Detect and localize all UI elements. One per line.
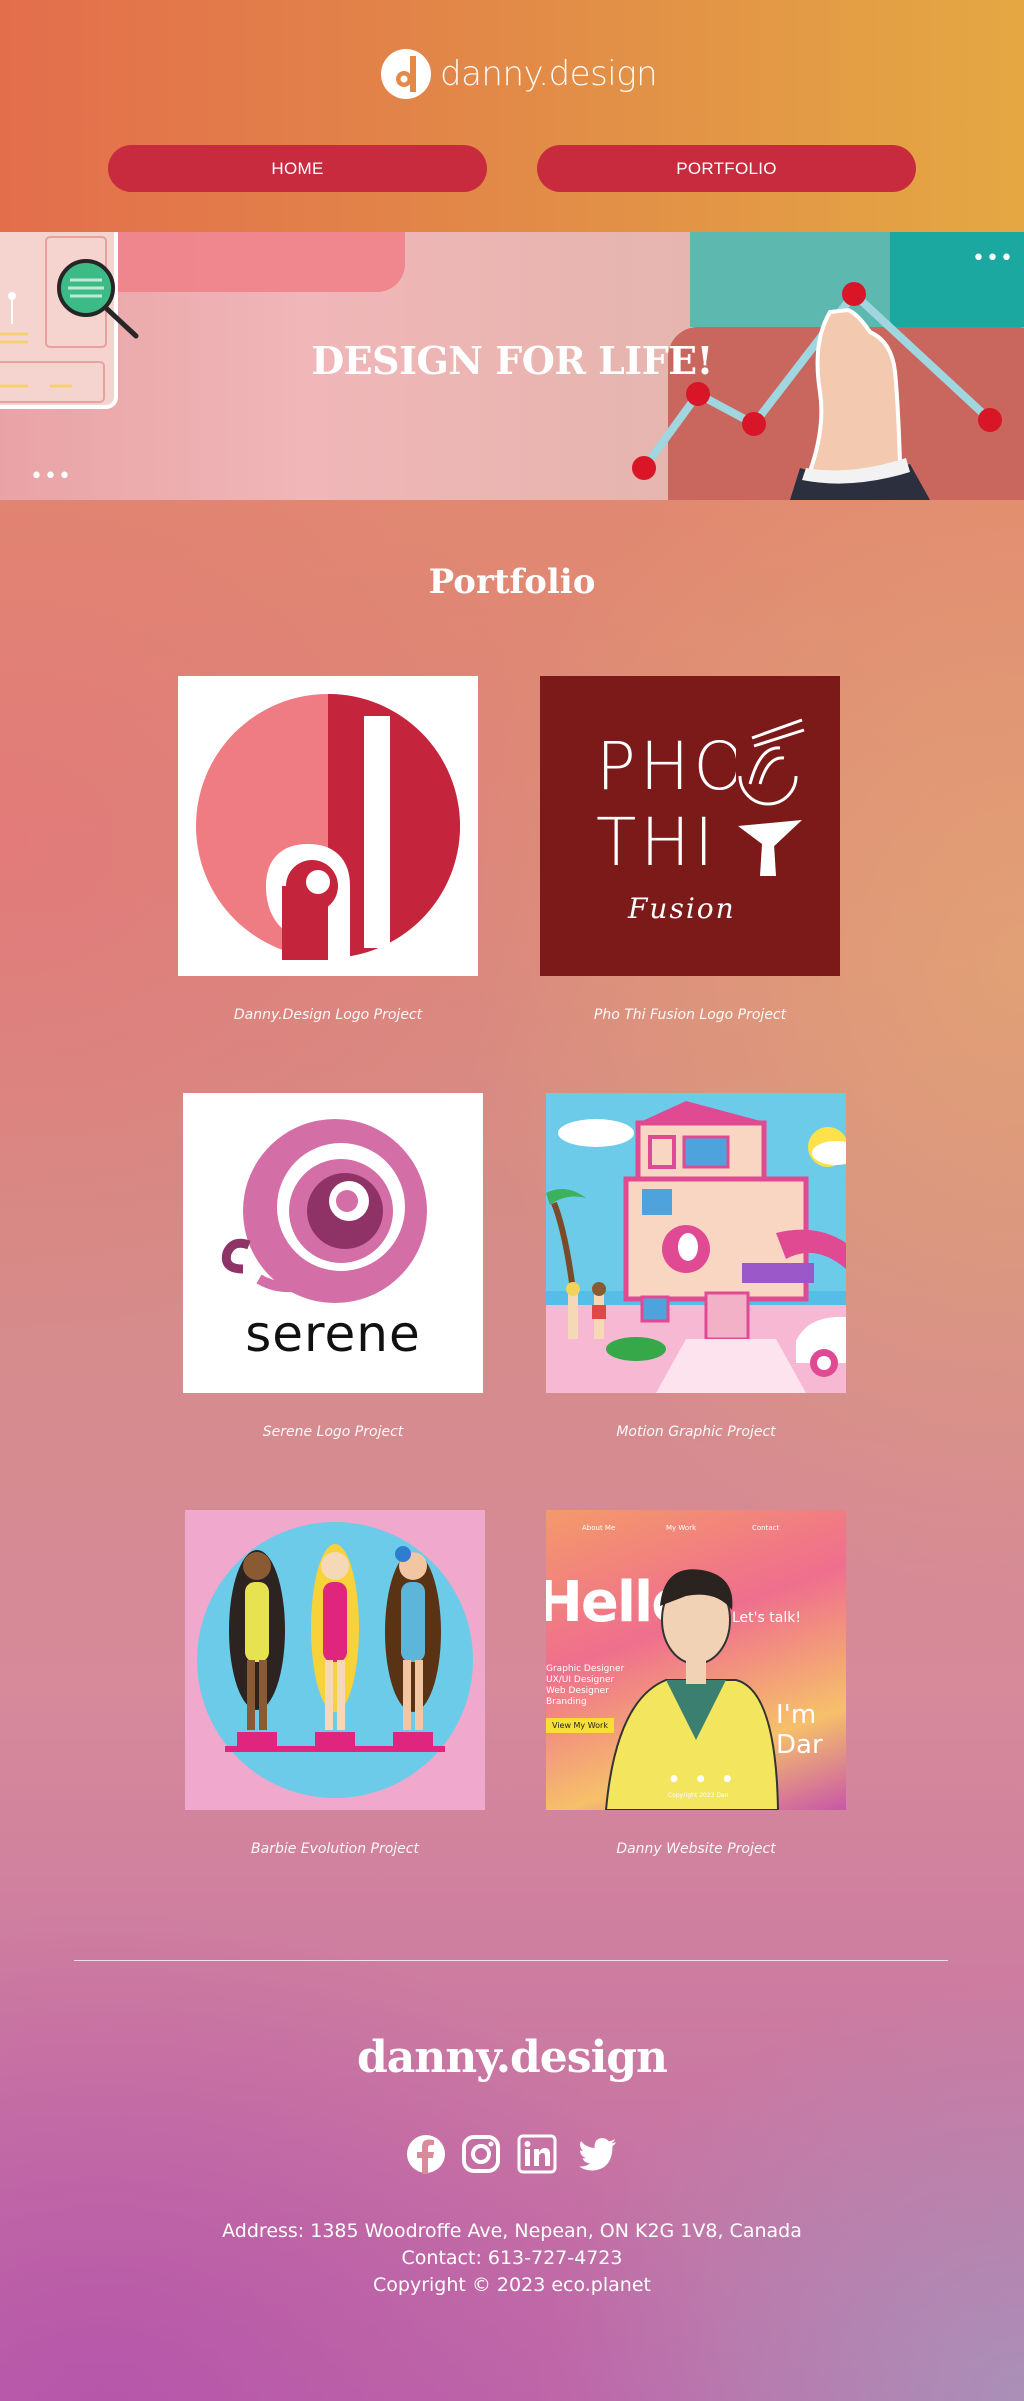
project-card-motion-graphic[interactable] — [546, 1093, 846, 1393]
footer-copyright: Copyright © 2023 eco.planet — [373, 2274, 651, 2296]
logo-text: danny.design — [440, 54, 658, 94]
barbie-house-image — [546, 1093, 846, 1393]
hero-banner: ••• ••• DESIGN FOR LIFE! — [0, 232, 1024, 500]
hero-menu-dots-left-icon[interactable]: ••• — [30, 466, 72, 488]
website-role: Graphic Designer — [546, 1664, 625, 1674]
website-role: Branding — [546, 1697, 587, 1707]
footer-brand: danny.design — [356, 2032, 668, 2083]
website-lets-talk: Let's talk! — [732, 1610, 801, 1626]
website-roles: Graphic Designer UX/UI Designer Web Desi… — [546, 1664, 624, 1708]
portfolio-title: Portfolio — [428, 562, 596, 602]
project-caption: Pho Thi Fusion Logo Project — [593, 1007, 787, 1023]
footer-divider — [74, 1960, 948, 1961]
website-social-icons: ● ● ● — [670, 1774, 740, 1784]
project-card-pho-thi[interactable]: PHO THI Fusion — [540, 676, 840, 976]
project-caption: Danny Website Project — [616, 1841, 776, 1857]
website-role: Web Designer — [546, 1686, 609, 1696]
project-card-danny-design[interactable] — [178, 676, 478, 976]
facebook-icon[interactable] — [406, 2134, 446, 2174]
logo-mark-icon — [381, 49, 431, 99]
website-name: I'm Dar — [776, 1700, 823, 1760]
instagram-icon[interactable] — [461, 2134, 501, 2174]
barbie-evolution-image — [185, 1510, 485, 1810]
project-card-barbie-evolution[interactable] — [185, 1510, 485, 1810]
site-header: danny.design HOME PORTFOLIO — [0, 0, 1024, 232]
project-caption: Serene Logo Project — [262, 1424, 404, 1440]
linkedin-icon[interactable] — [517, 2134, 557, 2174]
project-caption: Barbie Evolution Project — [251, 1841, 419, 1857]
danny-portrait-illustration — [604, 1569, 780, 1810]
project-card-danny-website[interactable]: About Me My Work Contact Hello Let's tal… — [546, 1510, 846, 1810]
project-caption: Motion Graphic Project — [616, 1424, 776, 1440]
project-caption: Danny.Design Logo Project — [233, 1007, 423, 1023]
serene-logo-text: serene — [245, 1305, 421, 1363]
hero-menu-dots-right-icon[interactable]: ••• — [972, 248, 1014, 270]
nav-home-button[interactable]: HOME — [108, 145, 487, 192]
site-logo[interactable]: danny.design — [380, 48, 658, 100]
hero-title: DESIGN FOR LIFE! — [311, 338, 713, 383]
danny-design-logo-image — [196, 694, 460, 976]
project-card-serene[interactable]: serene — [183, 1093, 483, 1393]
website-copyright: Copyright 2023 Dan — [668, 1792, 729, 1799]
website-cta-button: View My Work — [546, 1718, 614, 1733]
page: danny.design HOME PORTFOLIO ••• ••• DESI… — [0, 0, 1024, 2401]
nav-portfolio-button[interactable]: PORTFOLIO — [537, 145, 916, 192]
pho-bowl-icon — [736, 718, 805, 876]
footer-contact: Contact: 613-727-4723 — [401, 2247, 623, 2269]
website-role: UX/UI Designer — [546, 1675, 615, 1685]
twitter-icon[interactable] — [578, 2134, 618, 2174]
footer-address: Address: 1385 Woodroffe Ave, Nepean, ON … — [222, 2220, 802, 2242]
